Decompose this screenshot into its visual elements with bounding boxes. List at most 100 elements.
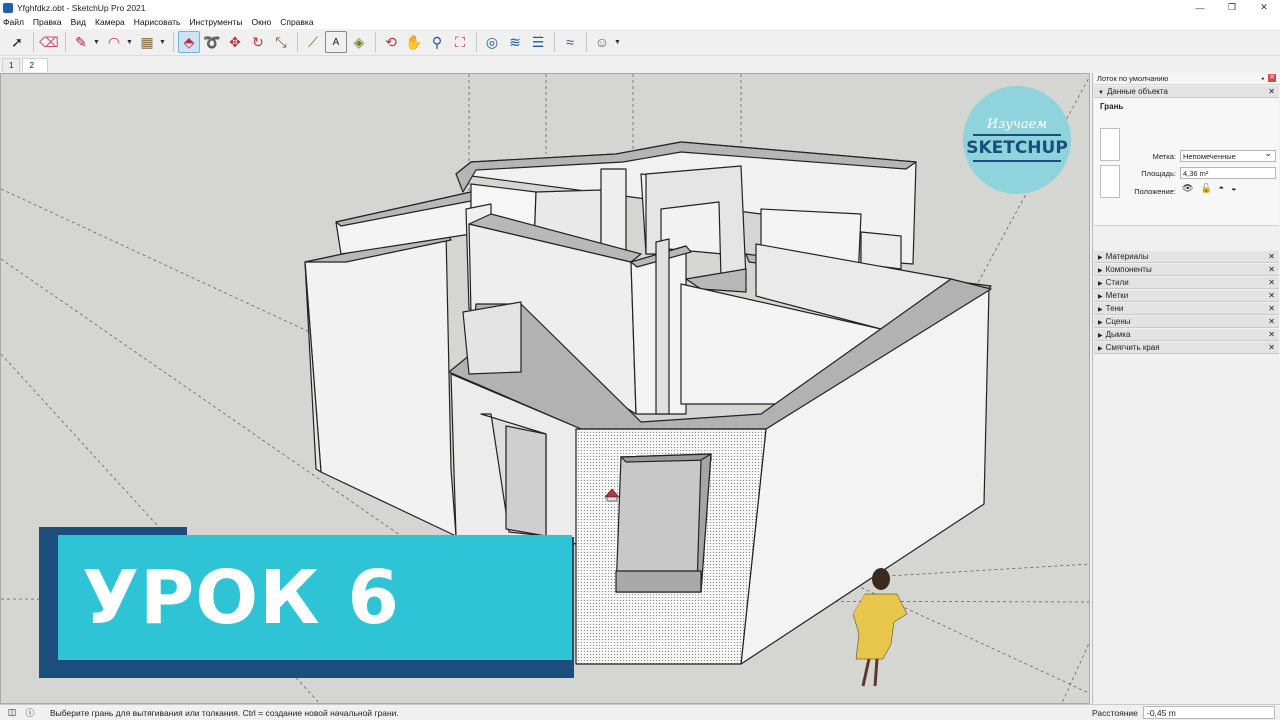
tag-label: Метка: [1152,152,1176,161]
zoom-tool-button[interactable]: ⚲ [426,31,448,53]
fog-panel-header[interactable]: ▶ Дымка ✕ [1094,329,1279,341]
pencil-tool-button[interactable]: ✎ [70,31,92,53]
eraser-tool-button[interactable]: ⌫ [38,31,60,53]
cast-shadow-icon[interactable]: ◓ [1219,183,1224,194]
pencil-icon: ✎ [75,33,87,50]
sketchup-lesson-logo: Изучаем SKETCHUP [963,86,1071,194]
panel-close-icon[interactable]: ✕ [1268,87,1275,96]
shape-tool-button[interactable]: ▦ [136,31,158,53]
materials-panel-header[interactable]: ▶ Материалы ✕ [1094,251,1279,263]
entity-info-title: Данные объекта [1106,87,1168,96]
menu-tools[interactable]: Инструменты [189,17,242,27]
shadows-panel-header[interactable]: ▶ Тени ✕ [1094,303,1279,315]
panel-close-icon[interactable]: ✕ [1268,278,1275,287]
close-button[interactable]: ✕ [1248,0,1280,15]
scenes-panel-header[interactable]: ▶ Сцены ✕ [1094,316,1279,328]
entity-type-label: Грань [1100,102,1124,111]
tray-title: Лоток по умолчанию [1097,74,1169,83]
extension-icon: ≋ [509,33,521,50]
logo-divider [973,159,1061,162]
menu-window[interactable]: Окно [251,17,271,27]
position-label: Положение: [1134,187,1176,196]
expand-triangle-icon: ▶ [1098,307,1103,313]
scene-tab-2[interactable]: 2 [22,58,49,72]
arc-icon: ◠ [107,33,121,50]
panel-close-icon[interactable]: ✕ [1268,330,1275,339]
push-pull-tool-button[interactable]: ⬘ [178,31,200,53]
tray-close-button[interactable]: ✕ [1268,74,1276,82]
chevron-down-icon[interactable]: ▼ [126,39,134,46]
components-panel-label: Компоненты [1105,265,1152,274]
arc-tool-button[interactable]: ◠ [103,31,125,53]
minimize-button[interactable]: — [1184,0,1216,15]
measurements-input[interactable]: -0,45 m [1143,706,1275,719]
panel-close-icon[interactable]: ✕ [1268,291,1275,300]
menu-view[interactable]: Вид [71,17,86,27]
materials-panel-label: Материалы [1105,252,1149,261]
chevron-down-icon[interactable]: ▼ [159,39,167,46]
tags-panel-header[interactable]: ▶ Метки ✕ [1094,290,1279,302]
scale-tool-button[interactable]: ⤡ [270,31,292,53]
paint-bucket-icon: ◈ [353,33,365,50]
select-tool-button[interactable]: ➚ [6,31,28,53]
visibility-eye-icon[interactable]: 👁 [1182,183,1193,194]
follow-me-icon: ➰ [203,33,221,50]
components-panel-header[interactable]: ▶ Компоненты ✕ [1094,264,1279,276]
expand-triangle-icon: ▶ [1098,333,1103,339]
account-button[interactable]: ☺ [591,31,613,53]
menu-draw[interactable]: Нарисовать [134,17,181,27]
expand-triangle-icon: ▶ [1098,281,1103,287]
orbit-tool-button[interactable]: ⟲ [380,31,402,53]
pan-tool-button[interactable]: ✋ [403,31,425,53]
tape-measure-icon: ⟋ [308,33,318,50]
paint-bucket-tool-button[interactable]: ◈ [348,31,370,53]
expand-triangle-icon: ▶ [1098,268,1103,274]
layers-button[interactable]: ☰ [527,31,549,53]
account-icon: ☺ [594,34,610,50]
scene-tab-1[interactable]: 1 [2,58,21,72]
panel-close-icon[interactable]: ✕ [1268,265,1275,274]
menu-edit[interactable]: Правка [33,17,62,27]
panel-close-icon[interactable]: ✕ [1268,343,1275,352]
menu-help[interactable]: Справка [280,17,313,27]
menu-file[interactable]: Файл [3,17,24,27]
zoom-extents-tool-button[interactable]: ⛶ [449,31,471,53]
toolbar-separator [65,32,66,52]
receive-shadow-icon[interactable]: ◒ [1231,183,1236,194]
sandbox-button[interactable]: ≈ [559,31,581,53]
maximize-button[interactable]: ❐ [1216,0,1248,15]
chevron-down-icon[interactable]: ▼ [93,39,101,46]
warehouse-button[interactable]: ◎ [481,31,503,53]
tape-measure-tool-button[interactable]: ⟋ [302,31,324,53]
toolbar-separator [33,32,34,52]
move-tool-button[interactable]: ✥ [224,31,246,53]
expand-triangle-icon: ▶ [1098,320,1103,326]
sandbox-icon: ≈ [566,34,574,50]
geo-location-icon[interactable]: ◫ [6,707,18,719]
info-icon[interactable]: ⓘ [24,707,36,719]
expand-triangle-icon: ▶ [1098,346,1103,352]
menu-camera[interactable]: Камера [95,17,125,27]
soften-edges-panel-header[interactable]: ▶ Смягчить края ✕ [1094,342,1279,354]
model-viewport[interactable]: Изучаем SKETCHUP УРОК 6 [0,73,1090,704]
entity-info-panel-header[interactable]: ▼ Данные объекта ✕ [1094,86,1279,98]
text-tool-button[interactable]: A [325,31,347,53]
rotate-tool-button[interactable]: ↻ [247,31,269,53]
panel-close-icon[interactable]: ✕ [1268,304,1275,313]
follow-me-tool-button[interactable]: ➰ [201,31,223,53]
window-controls: — ❐ ✕ [1184,0,1280,15]
styles-panel-header[interactable]: ▶ Стили ✕ [1094,277,1279,289]
scenes-panel-label: Сцены [1105,317,1131,326]
main-toolbar: ➚ ⌫ ✎ ▼ ◠ ▼ ▦ ▼ ⬘ ➰ ✥ ↻ ⤡ ⟋ A ◈ ⟲ ✋ ⚲ ⛶ … [0,29,1280,56]
fog-panel-label: Дымка [1105,330,1131,339]
panel-close-icon[interactable]: ✕ [1268,252,1275,261]
scene-tabs: 1 2 [0,56,1280,72]
entity-info-panel: Грань Метка: Непомеченные Площадь: 4,36 … [1094,98,1279,226]
extension-warehouse-button[interactable]: ≋ [504,31,526,53]
eraser-icon: ⌫ [39,33,59,50]
tag-select[interactable]: Непомеченные [1180,148,1276,162]
lock-icon[interactable]: 🔓 [1200,183,1211,194]
pin-icon[interactable]: ▪ [1261,74,1264,83]
panel-close-icon[interactable]: ✕ [1268,317,1275,326]
chevron-down-icon[interactable]: ▼ [614,39,622,46]
